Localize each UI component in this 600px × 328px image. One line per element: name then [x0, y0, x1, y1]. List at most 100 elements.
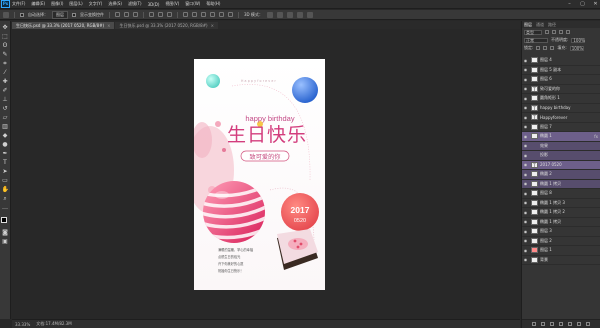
tab-paths[interactable]: 路径: [548, 22, 556, 28]
document-canvas[interactable]: Happyforever happy birthday 生日快乐 致可爱的你 2…: [12, 30, 520, 319]
align-top-icon[interactable]: [115, 12, 120, 17]
layer-row[interactable]: ◉ T Happyforever: [522, 113, 600, 123]
auto-select-checkbox[interactable]: [20, 12, 24, 17]
layer-row[interactable]: ◉ 图层 1: [522, 246, 600, 256]
blend-mode-select[interactable]: 正常: [524, 37, 548, 43]
align-left-icon[interactable]: [149, 12, 154, 17]
layer-row[interactable]: ◉ T 2017 0520: [522, 160, 600, 170]
blur-tool-icon[interactable]: ◆: [2, 132, 9, 139]
layer-row[interactable]: ◉ 椭圆 1 拷贝: [522, 179, 600, 189]
3d-slide-icon[interactable]: [296, 11, 303, 18]
eye-icon[interactable]: ◉: [523, 153, 528, 158]
canvas-area[interactable]: Happyforever happy birthday 生日快乐 致可爱的你 2…: [12, 30, 520, 319]
brush-tool-icon[interactable]: ✐: [2, 87, 9, 94]
distribute-top-icon[interactable]: [183, 12, 188, 17]
layer-row[interactable]: ◉ Thappy birthday: [522, 104, 600, 113]
eye-icon[interactable]: ◉: [523, 200, 528, 205]
healing-tool-icon[interactable]: ✚: [2, 78, 9, 85]
eye-icon[interactable]: ◉: [523, 162, 528, 167]
menu-file[interactable]: 文件(F): [12, 1, 25, 7]
color-swatches[interactable]: [0, 217, 10, 227]
eye-icon[interactable]: ◉: [523, 67, 528, 72]
filter-kind-select[interactable]: 类型: [524, 29, 542, 35]
layer-row[interactable]: ◉ 图层 5 副本: [522, 66, 600, 75]
3d-roll-icon[interactable]: [276, 11, 283, 18]
distribute-center-icon[interactable]: [219, 12, 224, 17]
menu-edit[interactable]: 编辑(E): [31, 1, 45, 7]
align-right-icon[interactable]: [167, 12, 172, 17]
auto-select-target[interactable]: 图层: [52, 10, 68, 19]
eye-icon[interactable]: ◉: [523, 172, 528, 177]
minimize-icon[interactable]: –: [567, 2, 572, 7]
lasso-tool-icon[interactable]: ʘ: [2, 42, 9, 49]
eyedropper-tool-icon[interactable]: ⁄: [2, 69, 9, 76]
distribute-bottom-icon[interactable]: [201, 12, 206, 17]
menu-view[interactable]: 视图(V): [165, 1, 179, 7]
lock-transparent-icon[interactable]: [536, 46, 541, 50]
menu-help[interactable]: 帮助(H): [206, 1, 220, 7]
crop-tool-icon[interactable]: ⌗: [2, 60, 9, 67]
close-icon[interactable]: ×: [107, 22, 110, 29]
move-tool-icon[interactable]: [3, 11, 9, 18]
fill-input[interactable]: 100%: [569, 45, 584, 51]
menu-layer[interactable]: 图层(L): [69, 1, 82, 7]
eye-icon[interactable]: ◉: [523, 248, 528, 253]
filter-pixel-icon[interactable]: [545, 30, 549, 34]
tab-channels[interactable]: 通道: [536, 22, 544, 28]
filter-shape-icon[interactable]: [566, 30, 570, 34]
eye-icon[interactable]: ◉: [523, 143, 528, 148]
document-tab-active[interactable]: 生日快乐.psd @ 33.3% (2017 0520, RGB/8#) ×: [12, 22, 115, 29]
eye-icon[interactable]: ◉: [523, 191, 528, 196]
path-select-tool-icon[interactable]: ➤: [2, 168, 9, 175]
add-mask-icon[interactable]: [550, 322, 554, 326]
filter-adjustment-icon[interactable]: [552, 30, 556, 34]
distribute-middle-icon[interactable]: [192, 12, 197, 17]
eye-icon[interactable]: ◉: [523, 86, 528, 91]
3d-scale-icon[interactable]: [306, 11, 313, 18]
type-tool-icon[interactable]: T: [2, 159, 9, 166]
menu-select[interactable]: 选择(S): [108, 1, 122, 7]
close-icon[interactable]: ×: [211, 22, 214, 29]
3d-pan-icon[interactable]: [286, 11, 293, 18]
menu-filter[interactable]: 滤镜(T): [128, 1, 142, 7]
history-brush-tool-icon[interactable]: ↺: [2, 105, 9, 112]
layer-row[interactable]: ◉ T 致可爱的你: [522, 85, 600, 94]
layer-row[interactable]: ◉ 椭圆 2: [522, 170, 600, 180]
opacity-input[interactable]: 100%: [571, 37, 586, 43]
tab-layers[interactable]: 图层: [524, 22, 532, 28]
stamp-tool-icon[interactable]: ⊥: [2, 96, 9, 103]
eye-icon[interactable]: ◉: [523, 134, 528, 139]
document-tab[interactable]: 生日快乐.psd @ 33.3% (2017 0520, RGB/8#) ×: [115, 22, 218, 29]
layer-row[interactable]: ◉ 背景: [522, 256, 600, 265]
close-icon[interactable]: ✕: [593, 2, 598, 7]
lock-position-icon[interactable]: [550, 46, 555, 50]
distribute-left-icon[interactable]: [210, 12, 215, 17]
zoom-tool-icon[interactable]: ⌕: [2, 195, 9, 202]
pen-tool-icon[interactable]: ✒: [2, 150, 9, 157]
menu-3d[interactable]: 3D(D): [148, 2, 160, 7]
layer-row[interactable]: ◉ 图层 8: [522, 189, 600, 199]
layer-row[interactable]: ◉ 椭圆 1 拷贝 3: [522, 199, 600, 208]
eye-icon[interactable]: ◉: [523, 238, 528, 243]
menu-type[interactable]: 文字(Y): [89, 1, 103, 7]
eye-icon[interactable]: ◉: [523, 181, 528, 186]
screen-mode-icon[interactable]: ▣: [2, 238, 9, 245]
eye-icon[interactable]: ◉: [523, 105, 528, 110]
new-layer-icon[interactable]: [577, 322, 581, 326]
quick-select-tool-icon[interactable]: ✎: [2, 51, 9, 58]
layer-row[interactable]: ◉ 椭圆 1 拷贝 2: [522, 208, 600, 218]
3d-rotate-icon[interactable]: [266, 11, 273, 18]
adjustment-icon[interactable]: [559, 322, 563, 326]
layer-row[interactable]: ◉ 圆角矩形 1: [522, 94, 600, 104]
new-group-icon[interactable]: [568, 322, 572, 326]
menu-window[interactable]: 窗口(W): [185, 1, 200, 7]
eye-icon[interactable]: ◉: [523, 58, 528, 63]
eye-icon[interactable]: ◉: [523, 124, 528, 129]
eye-icon[interactable]: ◉: [523, 77, 528, 82]
shape-tool-icon[interactable]: ▭: [2, 177, 9, 184]
lock-pixels-icon[interactable]: [543, 46, 548, 50]
add-style-icon[interactable]: [541, 322, 545, 326]
align-middle-icon[interactable]: [124, 12, 129, 17]
layer-effect-row[interactable]: ◉ 效果: [522, 141, 600, 151]
show-transform-checkbox[interactable]: [72, 12, 76, 17]
